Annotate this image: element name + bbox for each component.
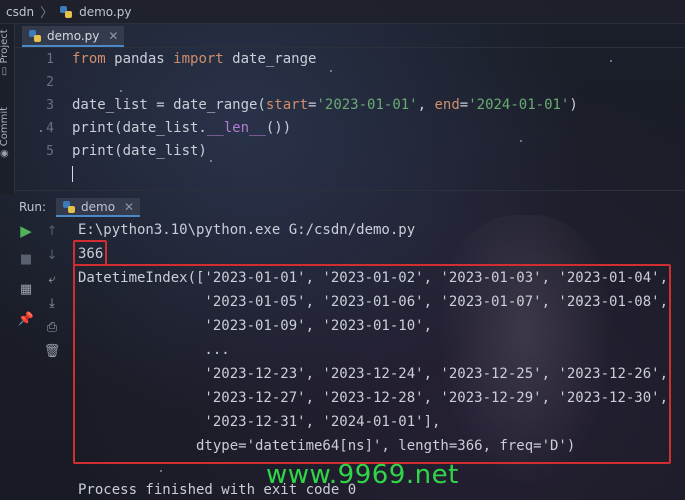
python-file-icon <box>60 5 73 18</box>
line-number: 1 <box>46 52 54 67</box>
run-panel-header: Run: demo ✕ <box>0 196 685 217</box>
close-icon[interactable]: ✕ <box>124 200 134 214</box>
breadcrumb-file[interactable]: demo.py <box>79 5 131 19</box>
panel-divider[interactable] <box>14 190 685 191</box>
run-icon[interactable]: ▶ <box>15 220 37 242</box>
watermark-text: www.9969.net <box>266 460 459 490</box>
highlight-box-len <box>73 240 107 266</box>
breadcrumb: csdn 〉 demo.py <box>0 0 685 24</box>
breadcrumb-project[interactable]: csdn <box>6 5 34 19</box>
layout-icon[interactable]: ▦ <box>15 278 37 300</box>
tab-demo-py[interactable]: demo.py ✕ <box>22 26 125 47</box>
left-tool-strip: ▭ Project ◉ Commit <box>0 24 15 194</box>
text-caret <box>72 166 73 182</box>
close-icon[interactable]: ✕ <box>108 29 118 43</box>
commit-tool-tab[interactable]: ◉ Commit <box>0 107 10 158</box>
soft-wrap-icon[interactable]: ⤶ <box>41 268 63 290</box>
python-file-icon <box>63 200 75 213</box>
tab-run-demo[interactable]: demo ✕ <box>56 198 141 217</box>
line-number: 3 <box>46 98 54 113</box>
delete-icon[interactable]: 🗑 <box>41 340 63 362</box>
line-number: 5 <box>46 144 54 159</box>
highlight-box-index <box>73 264 671 464</box>
down-arrow-icon[interactable]: ↓ <box>41 244 63 266</box>
folder-icon: ▭ <box>0 66 10 76</box>
tab-label: demo.py <box>47 28 100 43</box>
code-line-1: from pandas import date_range <box>72 51 317 67</box>
line-number: 4 <box>46 121 54 136</box>
stop-icon[interactable]: ■ <box>15 248 37 270</box>
commit-icon: ◉ <box>0 149 10 158</box>
print-icon[interactable]: ⎙ <box>41 316 63 338</box>
project-tool-tab[interactable]: ▭ Project <box>0 29 10 76</box>
commit-tool-label: Commit <box>0 106 10 147</box>
up-arrow-icon[interactable]: ↑ <box>41 220 63 242</box>
scroll-to-end-icon[interactable]: ⤓ <box>41 292 63 314</box>
python-file-icon <box>29 29 41 42</box>
chevron-right-icon: 〉 <box>40 6 54 21</box>
project-tool-label: Project <box>0 29 10 64</box>
editor-tab-bar: demo.py ✕ <box>14 24 685 48</box>
code-line-5: print(date_list) <box>72 143 207 159</box>
console-command: E:\python3.10\python.exe G:/csdn/demo.py <box>78 222 416 238</box>
line-number: 2 <box>46 75 54 90</box>
code-line-4: print(date_list.__len__()) <box>72 120 292 136</box>
pin-icon[interactable]: 📌 <box>15 308 37 330</box>
run-tab-label: demo <box>81 199 116 214</box>
code-editor[interactable]: 1 2 3 4 5 from pandas import date_range … <box>14 48 685 182</box>
code-line-3: date_list = date_range(start='2023-01-01… <box>72 97 578 113</box>
run-label: Run: <box>19 200 47 214</box>
